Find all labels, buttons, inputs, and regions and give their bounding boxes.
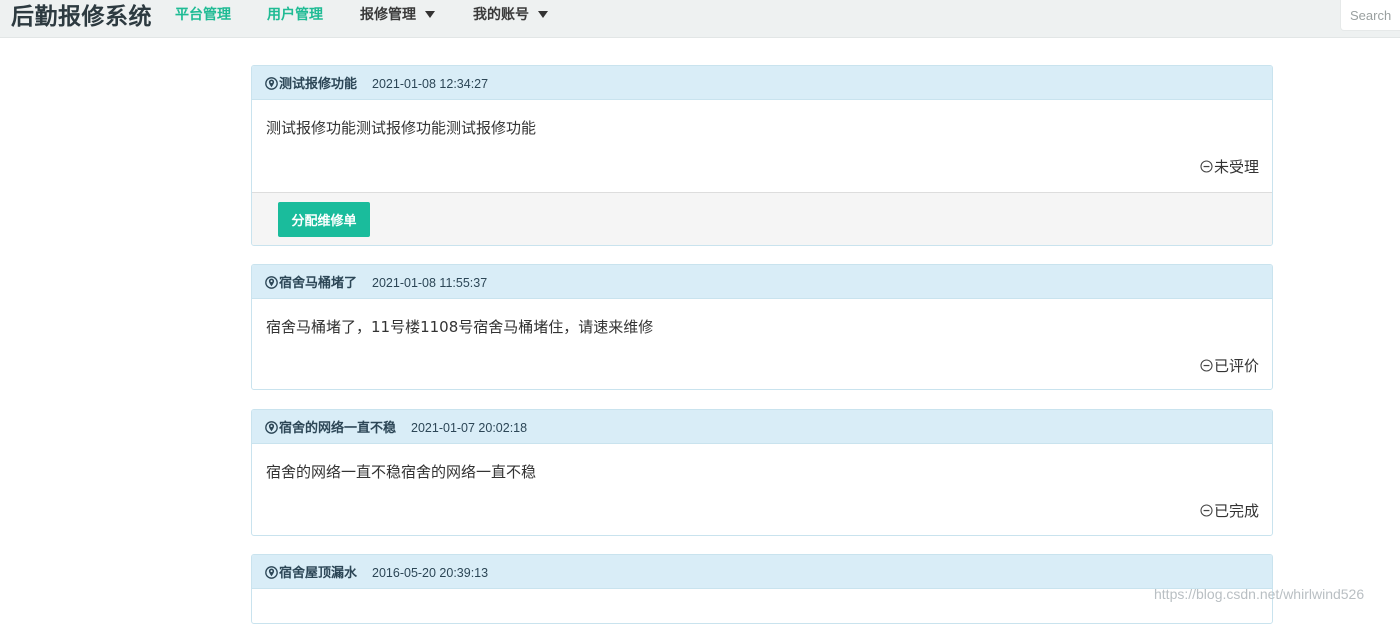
nav-item-label: 我的账号: [473, 7, 529, 23]
repair-card: 宿舍的网络一直不稳 2021-01-07 20:02:18 宿舍的网络一直不稳宿舍…: [251, 409, 1273, 536]
repair-card-body: 宿舍马桶堵了，11号楼1108号宿舍马桶堵住，请速来维修 已评价: [252, 299, 1272, 389]
repair-card-heading: 测试报修功能 2021-01-08 12:34:27: [252, 66, 1272, 100]
repair-card: 宿舍马桶堵了 2021-01-08 11:55:37 宿舍马桶堵了，11号楼110…: [251, 264, 1273, 390]
repair-title: 测试报修功能: [279, 77, 358, 92]
repair-card-body: 宿舍的网络一直不稳宿舍的网络一直不稳 已完成: [252, 444, 1272, 535]
assign-repair-order-button[interactable]: 分配维修单: [278, 202, 370, 237]
repair-time: 2016-05-20 20:39:13: [372, 566, 489, 580]
repair-status-label: 未受理: [1213, 158, 1259, 176]
nav-item-label: 报修管理: [360, 7, 416, 23]
repair-status: 已完成: [1200, 500, 1259, 521]
minus-circle-icon: [1200, 359, 1213, 372]
repair-card: 宿舍屋顶漏水 2016-05-20 20:39:13: [251, 554, 1273, 624]
top-navbar: 后勤报修系统 平台管理 用户管理 报修管理 我的账号: [0, 0, 1400, 38]
map-marker-circle-icon: [265, 566, 278, 579]
repair-status-label: 已评价: [1213, 357, 1259, 375]
nav-item-label: 用户管理: [267, 7, 323, 23]
map-marker-circle-icon: [265, 276, 278, 289]
minus-circle-icon: [1200, 160, 1213, 173]
repair-time: 2021-01-08 12:34:27: [372, 77, 489, 91]
repair-content: 宿舍的网络一直不稳宿舍的网络一直不稳: [266, 463, 537, 481]
nav-item-repair-management[interactable]: 报修管理: [360, 0, 435, 38]
repair-card: 测试报修功能 2021-01-08 12:34:27 测试报修功能测试报修功能测试…: [251, 65, 1273, 246]
watermark: https://blog.csdn.net/whirlwind526: [1154, 586, 1365, 602]
repair-status-label: 已完成: [1213, 502, 1259, 520]
repair-content: 测试报修功能测试报修功能测试报修功能: [266, 119, 537, 137]
repair-time: 2021-01-08 11:55:37: [372, 276, 488, 290]
repair-title: 宿舍的网络一直不稳: [279, 421, 397, 436]
repair-card-heading: 宿舍的网络一直不稳 2021-01-07 20:02:18: [252, 410, 1272, 444]
map-marker-circle-icon: [265, 421, 278, 434]
app-brand[interactable]: 后勤报修系统: [11, 3, 152, 31]
repair-title: 宿舍马桶堵了: [279, 276, 358, 291]
repair-title: 宿舍屋顶漏水: [279, 566, 358, 581]
repair-content: 宿舍马桶堵了，11号楼1108号宿舍马桶堵住，请速来维修: [266, 318, 654, 336]
repair-time: 2021-01-07 20:02:18: [411, 421, 528, 435]
repair-status: 已评价: [1200, 355, 1259, 376]
repair-card-body: 测试报修功能测试报修功能测试报修功能 未受理: [252, 100, 1272, 192]
repair-card-heading: 宿舍马桶堵了 2021-01-08 11:55:37: [252, 265, 1272, 299]
caret-down-icon: [425, 11, 435, 18]
caret-down-icon: [538, 11, 548, 18]
map-marker-circle-icon: [265, 77, 278, 90]
repair-card-heading: 宿舍屋顶漏水 2016-05-20 20:39:13: [252, 555, 1272, 589]
repair-status: 未受理: [1200, 156, 1259, 177]
repair-card-footer: 分配维修单: [252, 192, 1272, 245]
nav-item-my-account[interactable]: 我的账号: [473, 0, 548, 38]
nav-item-user-management[interactable]: 用户管理: [267, 0, 323, 38]
nav-item-label: 平台管理: [175, 7, 231, 23]
search-input[interactable]: [1340, 0, 1400, 31]
nav-item-platform-management[interactable]: 平台管理: [175, 0, 231, 38]
minus-circle-icon: [1200, 504, 1213, 517]
